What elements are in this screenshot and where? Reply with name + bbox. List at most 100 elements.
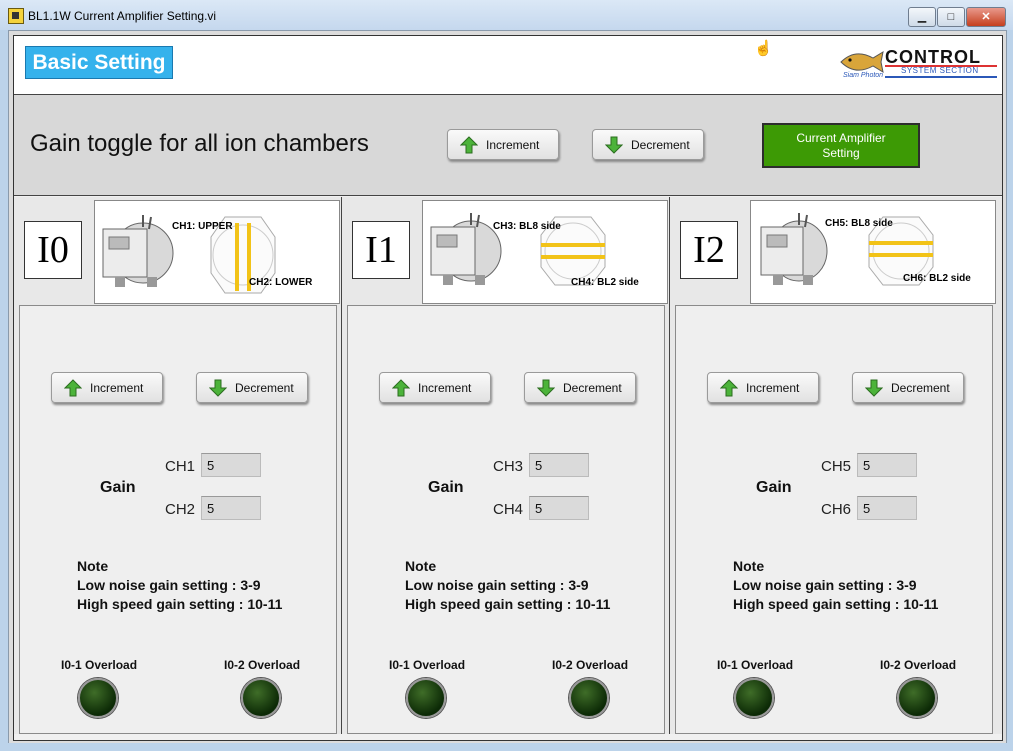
decrement-button[interactable]: Decrement bbox=[852, 372, 964, 403]
diagram-ch-a-note: CH3: BL8 side bbox=[493, 221, 561, 232]
vi-front-panel: Basic Setting ☝ CONTROL SYSTEM SECTION S… bbox=[13, 35, 1003, 741]
green-up-arrow-icon bbox=[392, 378, 410, 396]
gain-label: Gain bbox=[428, 479, 464, 496]
overload-2-label: I0-2 Overload bbox=[880, 658, 957, 672]
note-line-high-speed: High speed gain setting : 10-11 bbox=[77, 596, 283, 612]
overload-2-label: I0-2 Overload bbox=[224, 658, 301, 672]
overload-2-label: I0-2 Overload bbox=[552, 658, 629, 672]
chamber-id-label: I2 bbox=[680, 221, 738, 279]
window-titlebar: BL1.1W Current Amplifier Setting.vi ▁ □ … bbox=[0, 0, 1013, 30]
overload-2-led bbox=[897, 678, 937, 718]
note-line-low-noise: Low noise gain setting : 3-9 bbox=[733, 577, 917, 593]
ch-a-label: CH3 bbox=[493, 458, 524, 475]
note-title: Note bbox=[77, 558, 109, 574]
chamber-id-label: I1 bbox=[352, 221, 410, 279]
increment-button[interactable]: Increment bbox=[707, 372, 819, 403]
ch-a-gain-field[interactable]: 5 bbox=[529, 453, 589, 477]
panel-controls: Increment Decrement Gain CH3 5 CH4 5 Not… bbox=[347, 305, 665, 734]
close-icon[interactable]: ✕ bbox=[966, 7, 1006, 27]
chamber-diagram: CH3: BL8 side CH4: BL2 side bbox=[422, 200, 668, 304]
ion-chamber-panel-i2: I2 CH5: BL8 side CH6: BL2 side Increment… bbox=[670, 197, 1002, 734]
ch-a-gain-field[interactable]: 5 bbox=[857, 453, 917, 477]
chamber-body-icon bbox=[430, 213, 502, 285]
chamber-id-label: I0 bbox=[24, 221, 82, 279]
note-line-low-noise: Low noise gain setting : 3-9 bbox=[405, 577, 589, 593]
chamber-diagram: CH5: BL8 side CH6: BL2 side bbox=[750, 200, 996, 304]
increment-label: Increment bbox=[418, 380, 472, 395]
labview-vi-icon bbox=[8, 8, 24, 24]
ch-b-gain-field[interactable]: 5 bbox=[857, 496, 917, 520]
window-frame: Basic Setting ☝ CONTROL SYSTEM SECTION S… bbox=[8, 30, 1007, 745]
logo-script: Siam Photon bbox=[843, 72, 884, 79]
overload-1-led bbox=[78, 678, 118, 718]
current-amplifier-setting-button[interactable]: Current Amplifier Setting bbox=[762, 123, 920, 168]
header: Basic Setting ☝ CONTROL SYSTEM SECTION S… bbox=[14, 36, 1002, 95]
note-line-high-speed: High speed gain setting : 10-11 bbox=[733, 596, 939, 612]
overload-1-label: I0-1 Overload bbox=[61, 658, 138, 672]
ch-b-gain-field[interactable]: 5 bbox=[201, 496, 261, 520]
current-amplifier-label: Current Amplifier Setting bbox=[796, 130, 886, 160]
green-down-arrow-icon bbox=[865, 379, 883, 397]
ch-a-gain-field[interactable]: 5 bbox=[201, 453, 261, 477]
note-title: Note bbox=[405, 558, 437, 574]
chamber-diagram: CH1: UPPER CH2: LOWER bbox=[94, 200, 340, 304]
overload-1-label: I0-1 Overload bbox=[717, 658, 794, 672]
gain-toggle-title: Gain toggle for all ion chambers bbox=[30, 130, 369, 157]
global-decrement-button[interactable]: Decrement bbox=[592, 129, 704, 160]
increment-label: Increment bbox=[746, 380, 800, 395]
increment-button[interactable]: Increment bbox=[51, 372, 163, 403]
logo-stripe-blue bbox=[885, 76, 997, 78]
logo-subtext: SYSTEM SECTION bbox=[901, 66, 979, 75]
diagram-ch-b-note: CH4: BL2 side bbox=[571, 277, 639, 288]
diagram-ch-b-note: CH2: LOWER bbox=[249, 277, 313, 288]
ch-a-label: CH5 bbox=[821, 458, 852, 475]
hand-cursor-icon: ☝ bbox=[754, 40, 773, 57]
ch-b-label: CH6 bbox=[821, 501, 852, 518]
panel-controls: Increment Decrement Gain CH5 5 CH6 5 Not… bbox=[675, 305, 993, 734]
chamber-body-icon bbox=[102, 215, 174, 287]
ch-a-label: CH1 bbox=[165, 458, 196, 475]
green-down-arrow-icon bbox=[209, 379, 227, 397]
ion-chamber-panel-i1: I1 CH3: BL8 side CH4: BL2 side Increment… bbox=[342, 197, 670, 734]
note-line-high-speed: High speed gain setting : 10-11 bbox=[405, 596, 611, 612]
control-system-logo: CONTROL SYSTEM SECTION Siam Photon bbox=[839, 42, 997, 86]
decrement-label: Decrement bbox=[235, 380, 294, 395]
green-down-arrow-icon bbox=[605, 136, 623, 154]
note-title: Note bbox=[733, 558, 765, 574]
diagram-ch-a-note: CH1: UPPER bbox=[172, 221, 233, 232]
gain-label: Gain bbox=[756, 479, 792, 496]
panel-controls: Increment Decrement Gain CH1 5 CH2 5 Not… bbox=[19, 305, 337, 734]
chamber-body-icon bbox=[760, 213, 828, 285]
green-up-arrow-icon bbox=[460, 135, 478, 153]
decrement-button[interactable]: Decrement bbox=[524, 372, 636, 403]
basic-setting-button[interactable]: Basic Setting bbox=[25, 46, 173, 79]
gain-toggle-bar: Gain toggle for all ion chambers Increme… bbox=[14, 95, 1002, 196]
minimize-icon[interactable]: ▁ bbox=[908, 7, 936, 27]
increment-label: Increment bbox=[90, 380, 144, 395]
note-line-low-noise: Low noise gain setting : 3-9 bbox=[77, 577, 261, 593]
ion-chamber-illustration bbox=[760, 213, 934, 286]
window-title: BL1.1W Current Amplifier Setting.vi bbox=[28, 9, 217, 23]
overload-1-led bbox=[734, 678, 774, 718]
window-bottom-border bbox=[0, 743, 1013, 751]
increment-label: Increment bbox=[486, 137, 540, 152]
ion-chamber-panel-i0: I0 CH1: UPPER CH2: LOWER Increment Decre… bbox=[14, 197, 342, 734]
diagram-ch-b-note: CH6: BL2 side bbox=[903, 273, 971, 284]
ch-b-label: CH4 bbox=[493, 501, 524, 518]
overload-1-led bbox=[406, 678, 446, 718]
gain-label: Gain bbox=[100, 479, 136, 496]
green-up-arrow-icon bbox=[720, 378, 738, 396]
overload-1-label: I0-1 Overload bbox=[389, 658, 466, 672]
global-increment-button[interactable]: Increment bbox=[447, 129, 559, 160]
maximize-icon[interactable]: □ bbox=[937, 7, 965, 27]
decrement-label: Decrement bbox=[631, 137, 690, 152]
ch-b-gain-field[interactable]: 5 bbox=[529, 496, 589, 520]
diagram-ch-a-note: CH5: BL8 side bbox=[825, 218, 893, 229]
decrement-button[interactable]: Decrement bbox=[196, 372, 308, 403]
increment-button[interactable]: Increment bbox=[379, 372, 491, 403]
green-up-arrow-icon bbox=[64, 378, 82, 396]
decrement-label: Decrement bbox=[891, 380, 950, 395]
overload-2-led bbox=[241, 678, 281, 718]
ch-b-label: CH2 bbox=[165, 501, 196, 518]
overload-2-led bbox=[569, 678, 609, 718]
